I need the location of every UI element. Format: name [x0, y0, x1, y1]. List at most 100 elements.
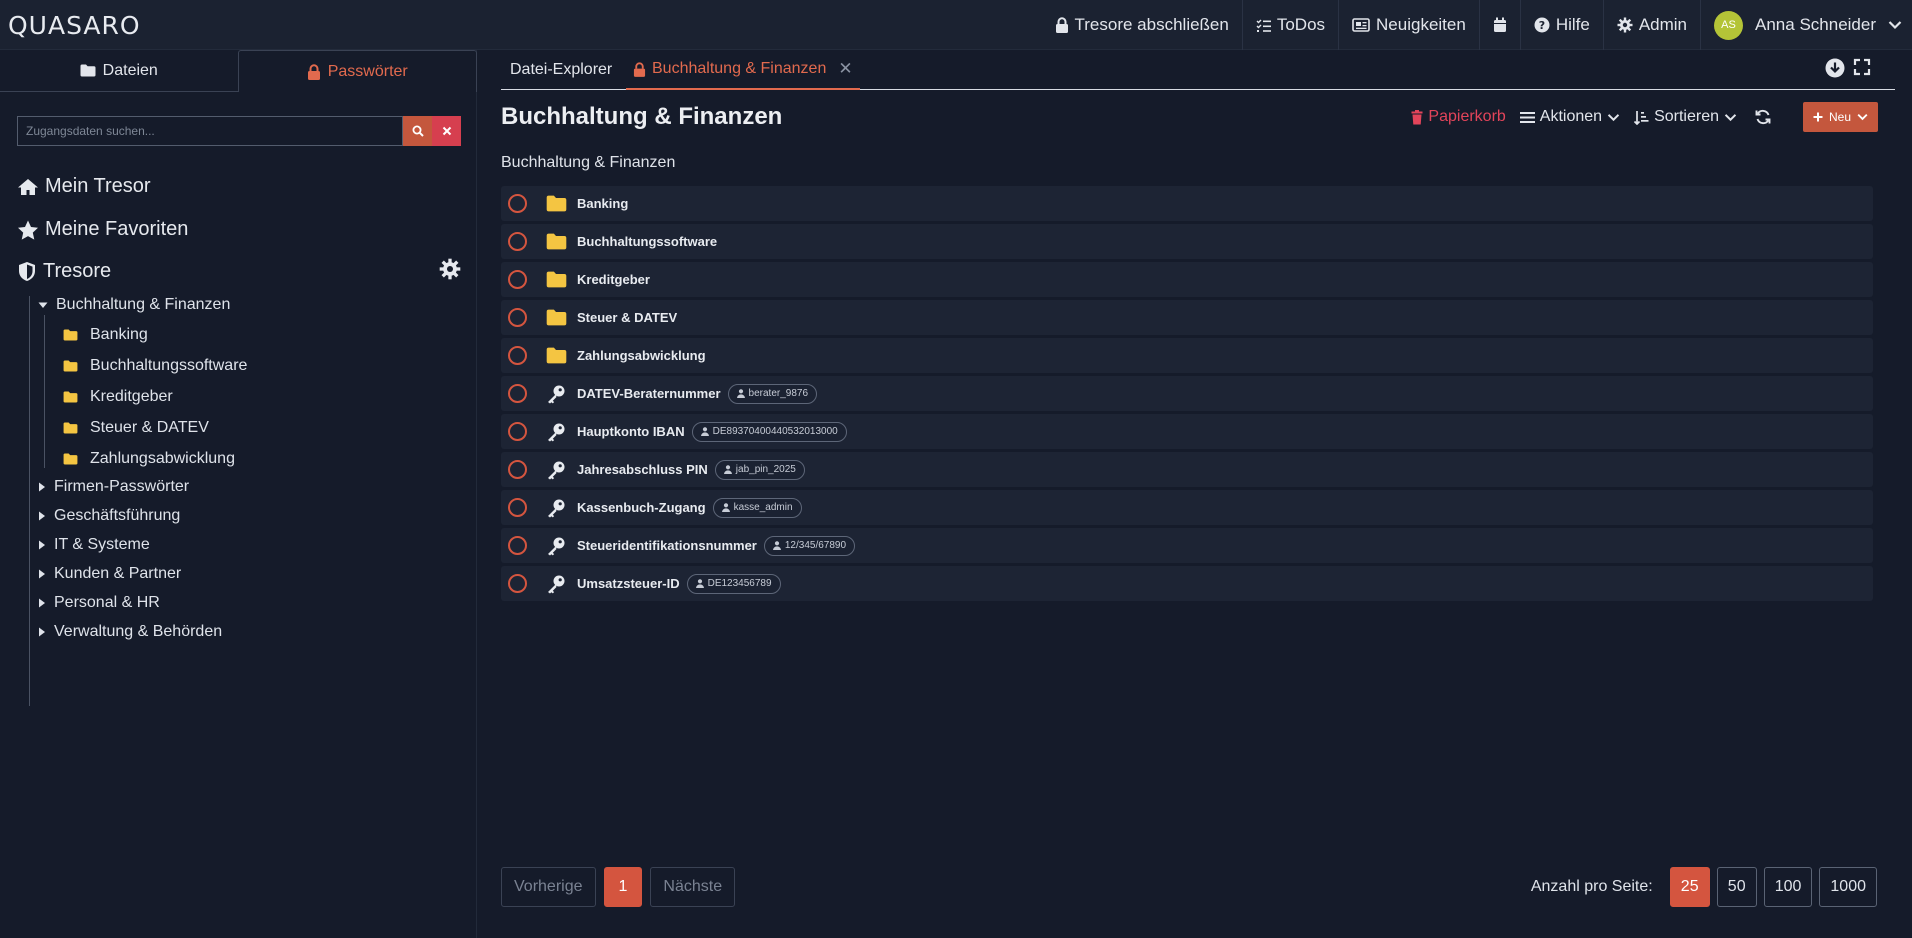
search-input[interactable]: [17, 116, 403, 146]
news-button[interactable]: Neuigkeiten: [1338, 0, 1479, 50]
list-item-password[interactable]: DATEV-Beraternummer berater_9876: [501, 376, 1873, 411]
select-radio[interactable]: [508, 346, 527, 365]
username-badge: DE123456789: [686, 573, 781, 594]
folder-icon: [546, 271, 568, 288]
list-item-folder[interactable]: Buchhaltungssoftware: [501, 224, 1873, 259]
username-badge: jab_pin_2025: [714, 459, 805, 480]
tree-node-label: Steuer & DATEV: [90, 419, 209, 436]
select-radio[interactable]: [508, 536, 527, 555]
tree-node-zahlungsabwicklung[interactable]: Zahlungsabwicklung: [63, 450, 235, 468]
tree-node-label: Kunden & Partner: [54, 565, 182, 582]
list-item-password[interactable]: Jahresabschluss PIN jab_pin_2025: [501, 452, 1873, 487]
key-icon: [546, 384, 568, 404]
tree-node-personal-hr[interactable]: Personal & HR: [38, 594, 160, 612]
tab-files-label: Dateien: [102, 61, 158, 79]
search-button[interactable]: [403, 116, 432, 146]
tree-node-buchhaltung[interactable]: Buchhaltung & Finanzen: [38, 296, 230, 314]
sort-label: Sortieren: [1654, 108, 1719, 125]
select-radio[interactable]: [508, 460, 527, 479]
per-page-option-100[interactable]: 100: [1763, 867, 1813, 907]
tree-node-label: Kreditgeber: [90, 388, 173, 405]
sort-dropdown[interactable]: Sortieren: [1634, 108, 1737, 126]
folder-icon: [63, 360, 78, 372]
help-button[interactable]: ? Hilfe: [1519, 0, 1603, 50]
tree-node-kreditgeber[interactable]: Kreditgeber: [63, 388, 173, 406]
select-radio[interactable]: [508, 498, 527, 517]
list-item-folder[interactable]: Kreditgeber: [501, 262, 1873, 297]
search-icon: [412, 125, 424, 137]
username-badge: DE89370400440532013000: [691, 421, 847, 442]
vault-settings-button[interactable]: [439, 258, 461, 280]
chevron-down-icon: [1607, 113, 1620, 122]
todos-button[interactable]: ToDos: [1241, 0, 1338, 50]
quasaro-logo[interactable]: QUASARO: [8, 10, 141, 40]
lock-vaults-button[interactable]: Tresore abschließen: [1042, 0, 1242, 50]
news-label: Neuigkeiten: [1376, 15, 1466, 34]
tab-passwords[interactable]: Passwörter: [237, 50, 477, 92]
list-item-password[interactable]: Hauptkonto IBAN DE89370400440532013000: [501, 414, 1873, 449]
list-item-password[interactable]: Steueridentifikationsnummer 12/345/67890: [501, 528, 1873, 563]
select-radio[interactable]: [508, 232, 527, 251]
select-radio[interactable]: [508, 574, 527, 593]
vault-subtree: Banking Buchhaltungssoftware Kreditgeber…: [44, 315, 344, 468]
tab-tools: [1825, 58, 1871, 78]
actions-dropdown[interactable]: Aktionen: [1519, 108, 1620, 126]
username-badge: berater_9876: [727, 383, 818, 404]
per-page-option-1000[interactable]: 1000: [1819, 867, 1877, 907]
refresh-button[interactable]: [1755, 109, 1771, 125]
user-icon: [736, 389, 745, 398]
nav-favorites[interactable]: Meine Favoriten: [17, 218, 188, 241]
select-radio[interactable]: [508, 194, 527, 213]
caret-right-icon: [38, 511, 46, 521]
tree-node-kunden-partner[interactable]: Kunden & Partner: [38, 565, 181, 583]
chevron-down-icon: [1888, 20, 1902, 30]
select-radio[interactable]: [508, 308, 527, 327]
page-button-current[interactable]: 1: [603, 867, 643, 907]
tree-node-geschaeftsfuehrung[interactable]: Geschäftsführung: [38, 507, 180, 525]
tree-node-it-systeme[interactable]: IT & Systeme: [38, 536, 150, 554]
close-tab-icon[interactable]: ✕: [838, 59, 852, 79]
tree-node-steuer-datev[interactable]: Steuer & DATEV: [63, 419, 209, 437]
tab-files[interactable]: Dateien: [0, 50, 238, 91]
key-icon: [546, 574, 568, 594]
list-item-folder[interactable]: Steuer & DATEV: [501, 300, 1873, 335]
nav-my-vault[interactable]: Mein Tresor: [17, 175, 151, 198]
trash-button[interactable]: Papierkorb: [1411, 108, 1506, 126]
clear-search-button[interactable]: [432, 116, 461, 146]
user-icon: [695, 579, 704, 588]
folder-icon: [546, 347, 568, 364]
new-button[interactable]: Neu: [1802, 102, 1878, 132]
list-item-folder[interactable]: Zahlungsabwicklung: [501, 338, 1873, 373]
per-page-option-25[interactable]: 25: [1669, 867, 1710, 907]
key-icon: [546, 422, 568, 442]
per-page-option-50[interactable]: 50: [1716, 867, 1757, 907]
tree-node-firmen-passwoerter[interactable]: Firmen-Passwörter: [38, 478, 189, 496]
tree-node-label: Buchhaltungssoftware: [90, 357, 248, 374]
tab-buchhaltung[interactable]: Buchhaltung & Finanzen ✕: [626, 50, 860, 90]
admin-button[interactable]: Admin: [1602, 0, 1700, 50]
download-circle-icon[interactable]: [1825, 58, 1845, 78]
tree-node-verwaltung-behoerden[interactable]: Verwaltung & Behörden: [38, 623, 222, 641]
item-name: Buchhaltungssoftware: [577, 234, 718, 249]
user-menu[interactable]: AS Anna Schneider: [1700, 0, 1912, 50]
select-radio[interactable]: [508, 422, 527, 441]
select-radio[interactable]: [508, 270, 527, 289]
select-radio[interactable]: [508, 384, 527, 403]
pagination: Vorherige 1 Nächste: [501, 867, 736, 907]
next-page-button[interactable]: Nächste: [650, 867, 736, 907]
tree-node-banking[interactable]: Banking: [63, 326, 148, 344]
list-item-password[interactable]: Kassenbuch-Zugang kasse_admin: [501, 490, 1873, 525]
tree-node-buchhaltungssoftware[interactable]: Buchhaltungssoftware: [63, 357, 247, 375]
item-name: Umsatzsteuer-ID: [577, 576, 680, 591]
list-item-folder[interactable]: Banking: [501, 186, 1873, 221]
nav-vaults[interactable]: Tresore: [17, 260, 111, 283]
fullscreen-icon[interactable]: [1853, 58, 1871, 78]
tab-file-explorer[interactable]: Datei-Explorer: [503, 50, 619, 90]
list-item-password[interactable]: Umsatzsteuer-ID DE123456789: [501, 566, 1873, 601]
bars-icon: [1519, 111, 1535, 124]
caret-down-icon: [38, 301, 48, 309]
caret-right-icon: [38, 627, 46, 637]
prev-page-button[interactable]: Vorherige: [501, 867, 596, 907]
key-icon: [546, 460, 568, 480]
calendar-button[interactable]: [1478, 0, 1520, 50]
